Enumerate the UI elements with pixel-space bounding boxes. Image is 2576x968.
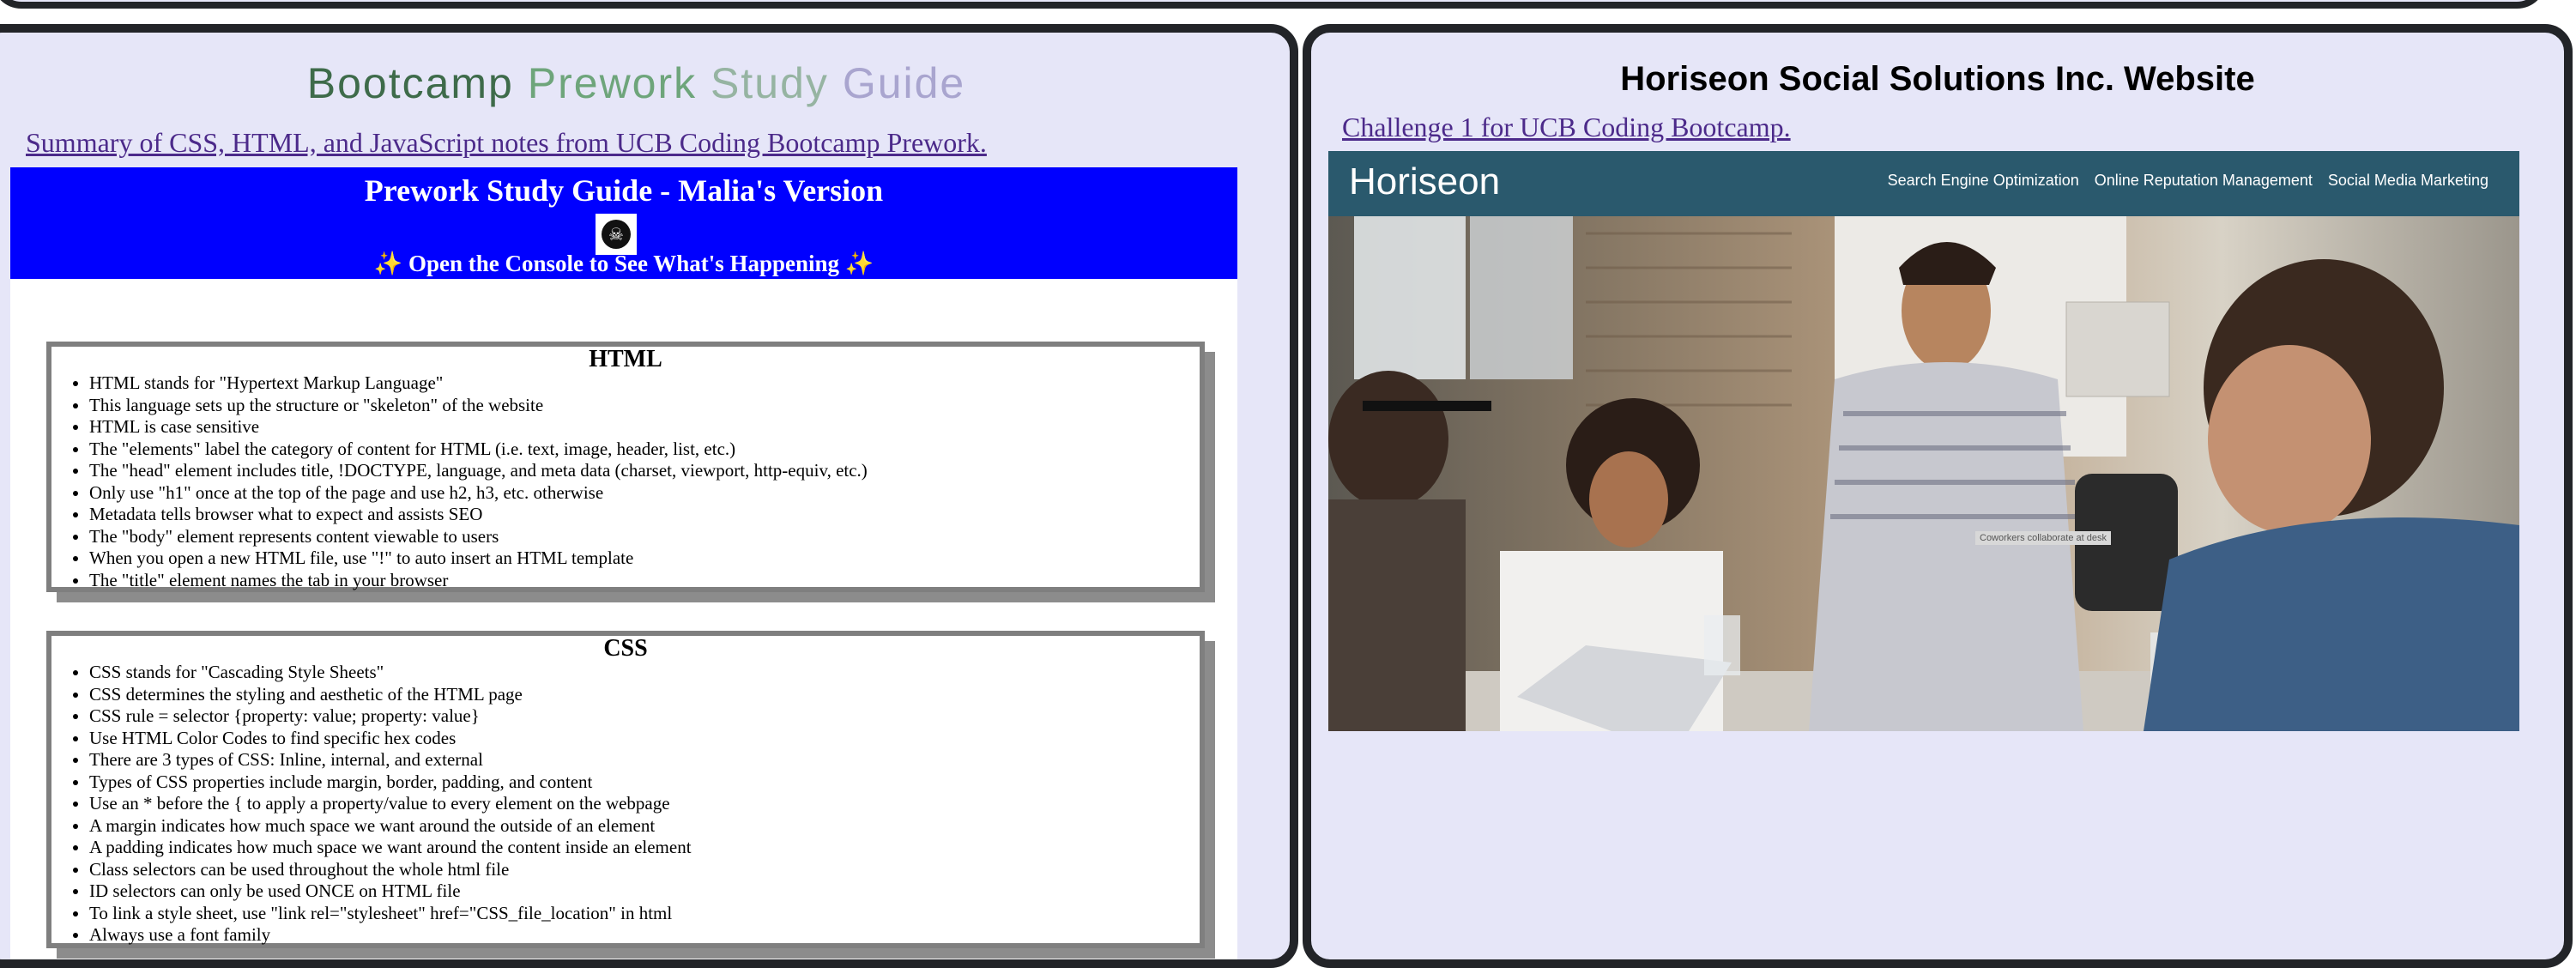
study-guide-card-title: Bootcamp Prework Study Guide bbox=[0, 58, 1290, 108]
skull-logo-icon: ☠ bbox=[596, 214, 637, 255]
list-item: A padding indicates how much space we wa… bbox=[89, 837, 1200, 859]
horiseon-card: Horiseon Social Solutions Inc. Website C… bbox=[1303, 24, 2573, 968]
list-item: CSS determines the styling and aesthetic… bbox=[89, 684, 1200, 706]
list-item: This language sets up the structure or "… bbox=[89, 395, 1200, 417]
list-item: CSS rule = selector {property: value; pr… bbox=[89, 705, 1200, 728]
list-item: ID selectors can only be used ONCE on HT… bbox=[89, 880, 1200, 903]
list-item: HTML is case sensitive bbox=[89, 416, 1200, 439]
list-item: The "head" element includes title, !DOCT… bbox=[89, 460, 1200, 482]
list-item: The "body" element represents content vi… bbox=[89, 526, 1200, 548]
hero-photo: Coworkers collaborate at desk bbox=[1328, 216, 2519, 731]
list-item: Types of CSS properties include margin, … bbox=[89, 771, 1200, 794]
list-item: When you open a new HTML file, use "!" t… bbox=[89, 548, 1200, 570]
list-item: CSS stands for "Cascading Style Sheets" bbox=[89, 662, 1200, 684]
nav-link-seo[interactable]: Search Engine Optimization bbox=[1888, 172, 2079, 190]
html-notes-heading: HTML bbox=[589, 346, 662, 372]
previous-project-card bbox=[0, 0, 2547, 9]
list-item: Metadata tells browser what to expect an… bbox=[89, 504, 1200, 526]
css-notes-section: CSS CSS stands for "Cascading Style Shee… bbox=[46, 631, 1205, 948]
list-item: The "title" element names the tab in you… bbox=[89, 570, 1200, 592]
list-item: Only use "h1" once at the top of the pag… bbox=[89, 482, 1200, 505]
html-notes-list: HTML stands for "Hypertext Markup Langua… bbox=[51, 372, 1200, 591]
study-guide-preview[interactable]: Prework Study Guide - Malia's Version ☠ … bbox=[10, 167, 1237, 959]
list-item: A margin indicates how much space we wan… bbox=[89, 815, 1200, 838]
nav-link-social-media[interactable]: Social Media Marketing bbox=[2328, 172, 2488, 190]
coworkers-illustration bbox=[1328, 216, 2519, 731]
list-item: Always use a font family bbox=[89, 924, 1200, 947]
list-item: Use HTML Color Codes to find specific he… bbox=[89, 728, 1200, 750]
list-item: There are 3 types of CSS: Inline, intern… bbox=[89, 749, 1200, 771]
list-item: To link a style sheet, use "link rel="st… bbox=[89, 903, 1200, 925]
horiseon-challenge-link[interactable]: Challenge 1 for UCB Coding Bootcamp. bbox=[1342, 112, 1791, 143]
list-item: Class selectors can be used throughout t… bbox=[89, 859, 1200, 881]
list-item: Use an * before the { to apply a propert… bbox=[89, 793, 1200, 815]
list-item: HTML stands for "Hypertext Markup Langua… bbox=[89, 372, 1200, 395]
guide-header-title: Prework Study Guide - Malia's Version bbox=[364, 173, 884, 208]
skull-glyph: ☠ bbox=[602, 220, 631, 249]
html-notes-section: HTML HTML stands for "Hypertext Markup L… bbox=[46, 342, 1205, 592]
css-notes-list: CSS stands for "Cascading Style Sheets" … bbox=[51, 662, 1200, 947]
css-notes-heading: CSS bbox=[603, 635, 648, 662]
study-guide-summary-link[interactable]: Summary of CSS, HTML, and JavaScript not… bbox=[26, 127, 987, 159]
horiseon-logo[interactable]: Horiseon bbox=[1349, 160, 1500, 204]
horiseon-card-title: Horiseon Social Solutions Inc. Website bbox=[1620, 60, 2255, 98]
console-note: ✨ Open the Console to See What's Happeni… bbox=[373, 251, 874, 276]
hero-image-caption: Coworkers collaborate at desk bbox=[1975, 531, 2111, 545]
title-word-prework: Prework bbox=[527, 59, 698, 107]
nav-link-reputation[interactable]: Online Reputation Management bbox=[2095, 172, 2313, 190]
horiseon-site-preview[interactable]: Horiseon Search Engine Optimization Onli… bbox=[1328, 151, 2519, 731]
guide-header: Prework Study Guide - Malia's Version ☠ … bbox=[10, 167, 1237, 279]
title-word-study: Study bbox=[711, 59, 829, 107]
study-guide-card: Bootcamp Prework Study Guide Summary of … bbox=[0, 24, 1298, 968]
site-menu: Search Engine Optimization Online Reputa… bbox=[1888, 172, 2488, 190]
title-word-guide: Guide bbox=[842, 59, 966, 107]
title-word-bootcamp: Bootcamp bbox=[306, 59, 514, 107]
list-item: The "elements" label the category of con… bbox=[89, 439, 1200, 461]
site-navbar: Horiseon Search Engine Optimization Onli… bbox=[1328, 151, 2519, 216]
